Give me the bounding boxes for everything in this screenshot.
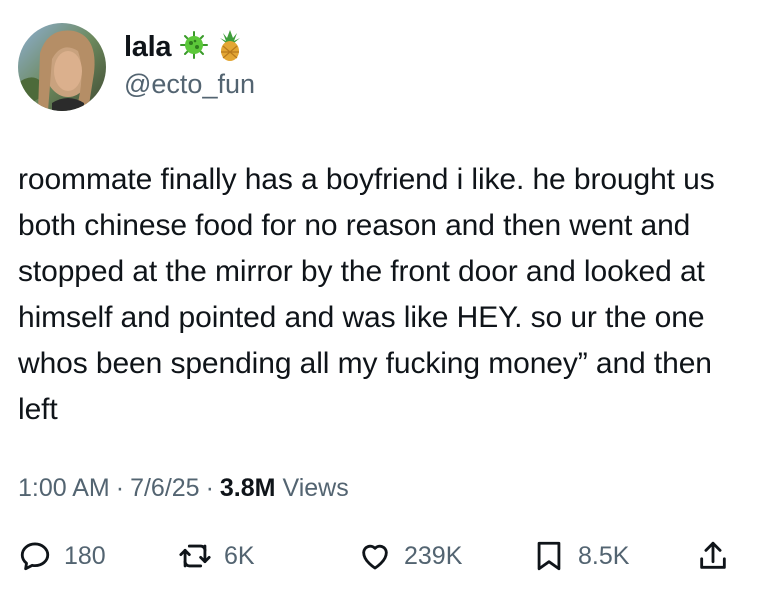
tweet-text: roommate finally has a boyfriend i like.…: [18, 163, 715, 426]
views-label: Views: [282, 474, 349, 502]
meta-separator: ·: [115, 474, 125, 502]
user-handle[interactable]: @ecto_fun: [124, 69, 255, 100]
retweet-icon: [178, 539, 212, 573]
user-names: lala @ecto_fun: [124, 28, 255, 100]
reply-button[interactable]: 180: [18, 530, 106, 582]
microbe-icon: [179, 30, 209, 65]
retweet-button[interactable]: 6K: [178, 530, 255, 582]
avatar[interactable]: [18, 23, 106, 111]
like-count: 239K: [404, 541, 463, 570]
like-button[interactable]: 239K: [358, 530, 462, 582]
retweet-count: 6K: [224, 541, 255, 570]
heart-icon: [358, 539, 392, 573]
bookmark-button[interactable]: 8.5K: [532, 530, 629, 582]
display-name[interactable]: lala: [124, 31, 171, 64]
share-button[interactable]: [696, 530, 730, 582]
tweet-header: lala @ecto_fun: [18, 22, 255, 112]
reply-icon: [18, 539, 52, 573]
tweet-date[interactable]: 7/6/25: [130, 474, 200, 503]
bookmark-icon: [532, 539, 566, 573]
action-bar: 180 6K 239K 8.5K: [18, 530, 740, 582]
bookmark-count: 8.5K: [578, 541, 630, 570]
tweet-meta: 1:00 AM · 7/6/25 · 3.8M Views: [18, 474, 349, 503]
meta-separator: ·: [205, 474, 214, 502]
share-icon: [696, 539, 730, 573]
reply-count: 180: [64, 541, 106, 570]
pineapple-icon: [217, 28, 243, 67]
views-count: 3.8M: [219, 474, 276, 502]
tweet-time[interactable]: 1:00 AM: [18, 474, 110, 503]
